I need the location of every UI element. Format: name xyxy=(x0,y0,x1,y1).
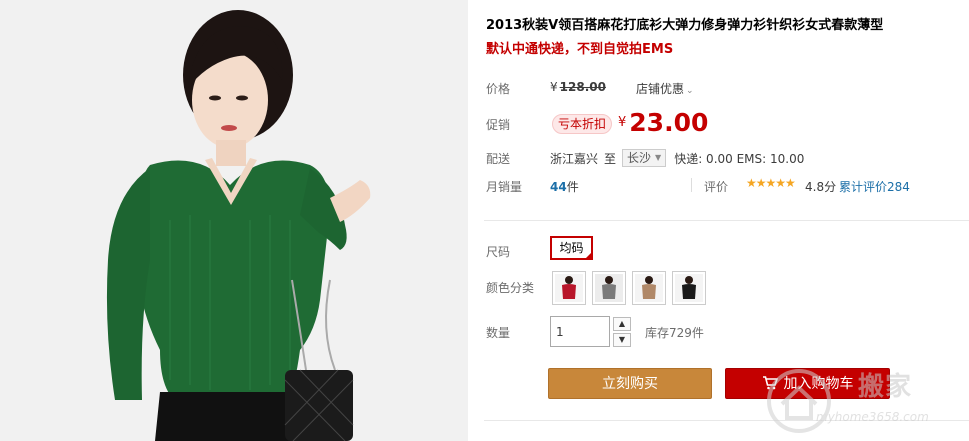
star-rating-icon: ★★★★★ xyxy=(746,176,796,190)
monthly-sales-count: 44件 xyxy=(550,178,579,195)
buy-now-button[interactable]: 立刻购买 xyxy=(548,368,712,399)
divider xyxy=(691,178,692,192)
sales-unit: 件 xyxy=(566,180,579,194)
original-price: ¥128.00 xyxy=(550,80,606,94)
shipping-fees: 快递: 0.00 EMS: 10.00 xyxy=(674,151,805,166)
promo-badge: 亏本折扣 xyxy=(552,114,613,134)
promo-label: 促销 xyxy=(486,118,511,132)
shop-discount-label: 店铺优惠 xyxy=(636,82,685,96)
shop-discount-dropdown[interactable]: 店铺优惠 ⌄ xyxy=(636,80,694,97)
promo-price: ¥23.00 xyxy=(618,108,708,137)
currency-symbol: ¥ xyxy=(550,80,558,94)
original-price-value: 128.00 xyxy=(559,80,606,94)
color-swatch-camel[interactable] xyxy=(632,271,666,305)
quantity-decrease-button[interactable]: ▼ xyxy=(613,333,631,347)
rating-score: 4.8分 xyxy=(805,180,837,194)
model-in-green-sweater-image xyxy=(0,0,468,441)
price-label: 价格 xyxy=(486,82,511,96)
product-title: 2013秋装V领百搭麻花打底衫大弹力修身弹力衫针织衫女式春款薄型 xyxy=(486,18,884,33)
shipping-info: 浙江嘉兴 至 长沙 ▼ 快递: 0.00 EMS: 10.00 xyxy=(550,149,804,167)
grey-sweater-thumbnail xyxy=(595,274,623,302)
size-label: 尺码 xyxy=(486,245,511,259)
destination-select[interactable]: 长沙 ▼ xyxy=(622,149,667,167)
quantity-input[interactable] xyxy=(550,316,610,347)
promo-currency-symbol: ¥ xyxy=(618,115,627,130)
red-sweater-thumbnail xyxy=(555,274,583,302)
size-option-label: 均码 xyxy=(559,241,584,255)
quantity-label: 数量 xyxy=(486,326,511,340)
promo-price-value: 23.00 xyxy=(629,108,709,137)
section-divider xyxy=(484,220,969,221)
watermark-brand: 搬家 xyxy=(858,372,913,402)
shipping-label: 配送 xyxy=(486,152,511,166)
product-subtitle: 默认中通快递，不到自觉拍EMS xyxy=(486,42,674,57)
color-swatch-black[interactable] xyxy=(672,271,706,305)
site-watermark: 搬家 myhome3658.com xyxy=(760,362,969,441)
shipping-to-text: 至 xyxy=(604,151,617,166)
color-label: 颜色分类 xyxy=(486,281,535,295)
size-option-selected[interactable]: 均码 xyxy=(550,236,593,260)
camel-sweater-thumbnail xyxy=(635,274,663,302)
review-count-link[interactable]: 累计评价284 xyxy=(839,178,910,195)
caret-down-icon: ▼ xyxy=(655,153,662,162)
product-main-image[interactable] xyxy=(0,0,468,441)
black-sweater-thumbnail xyxy=(675,274,703,302)
sales-count-value: 44 xyxy=(550,180,567,194)
house-logo-icon xyxy=(767,369,831,433)
color-swatch-red[interactable] xyxy=(552,271,586,305)
selected-check-icon xyxy=(584,251,593,260)
stock-count: 库存729件 xyxy=(645,326,704,340)
rating-label: 评价 xyxy=(704,180,729,194)
color-swatch-grey[interactable] xyxy=(592,271,626,305)
destination-value: 长沙 xyxy=(627,151,652,165)
watermark-url: myhome3658.com xyxy=(816,410,929,424)
chevron-down-icon: ⌄ xyxy=(686,86,694,96)
quantity-increase-button[interactable]: ▲ xyxy=(613,317,631,331)
shipping-origin: 浙江嘉兴 xyxy=(550,151,599,166)
monthly-sales-label: 月销量 xyxy=(486,180,523,194)
